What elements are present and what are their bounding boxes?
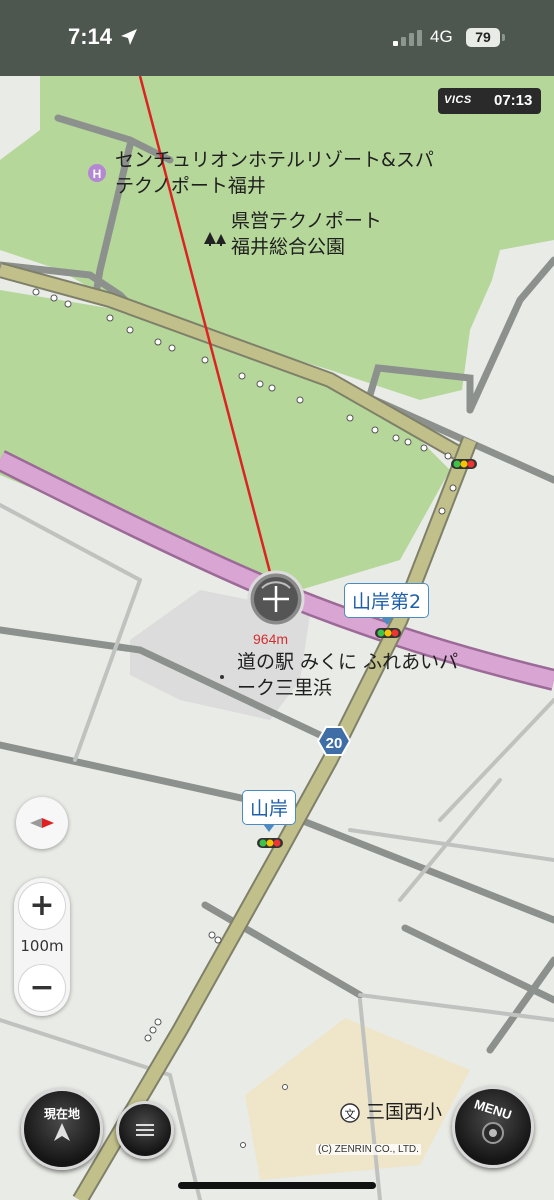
poi-dot [220,675,224,679]
navigation-arrow-icon [54,1123,70,1141]
cellular-signal-icon [393,30,422,46]
menu-dial-icon [482,1122,504,1144]
svg-text:文: 文 [345,1107,356,1121]
school-label[interactable]: 三国西小 [366,1099,442,1125]
vics-logo: VICS [444,94,472,106]
vics-time: 07:13 [494,92,533,109]
vics-badge: VICS 07:13 [438,88,541,114]
compass-icon [30,818,54,828]
compass-button[interactable] [16,797,68,849]
school-icon: 文 [340,1103,360,1123]
distance-label: 964m [253,631,289,647]
hamburger-icon [136,1124,154,1136]
map-crosshair-cursor [247,570,305,628]
list-menu-button[interactable] [116,1101,174,1159]
status-bar: 7:14 4G 79 [0,0,554,76]
traffic-light [451,459,477,469]
home-indicator[interactable] [178,1182,376,1189]
park-label-line2: 福井総合公園 [231,236,346,258]
park-label-line1: 県営テクノポート [231,210,382,232]
menu-button[interactable]: MENU [452,1086,534,1168]
michinoeki-label-line2: ーク三里浜 [237,677,333,699]
battery-level: 79 [466,28,500,47]
route-shield: 20 [316,726,352,756]
zoom-control: + 100m − [14,878,70,1016]
location-arrow-icon [121,29,137,45]
park-label[interactable]: 県営テクノポート 福井総合公園 [231,208,382,260]
traffic-light [257,838,283,848]
network-type: 4G [430,27,453,46]
hotel-label[interactable]: センチュリオンホテルリゾート&スパ テクノポート福井 [115,147,434,199]
map-scale: 100m [20,937,64,955]
zoom-in-button[interactable]: + [18,882,66,930]
current-location-label: 現在地 [43,1107,80,1121]
battery-icon: 79 [466,28,506,47]
svg-text:H: H [93,167,102,181]
current-location-button[interactable]: 現在地 [21,1088,103,1170]
michinoeki-label[interactable]: 道の駅 みくに ふれあいパ ーク三里浜 [237,649,458,701]
status-time: 7:14 [68,24,113,49]
michinoeki-label-line1: 道の駅 みくに ふれあいパ [237,651,459,673]
hotel-label-line2: テクノポート福井 [115,175,266,197]
route-number-text: 20 [326,735,343,752]
hotel-label-line1: センチュリオンホテルリゾート&スパ [115,149,434,171]
intersection-label-yamagishi2[interactable]: 山岸第2 [344,583,430,625]
zoom-out-button[interactable]: − [18,964,66,1012]
traffic-light [375,628,401,638]
hotel-icon: H [88,164,106,182]
intersection-label-yamagishi[interactable]: 山岸 [242,790,297,832]
copyright-text: (C) ZENRIN CO., LTD. [316,1144,421,1155]
